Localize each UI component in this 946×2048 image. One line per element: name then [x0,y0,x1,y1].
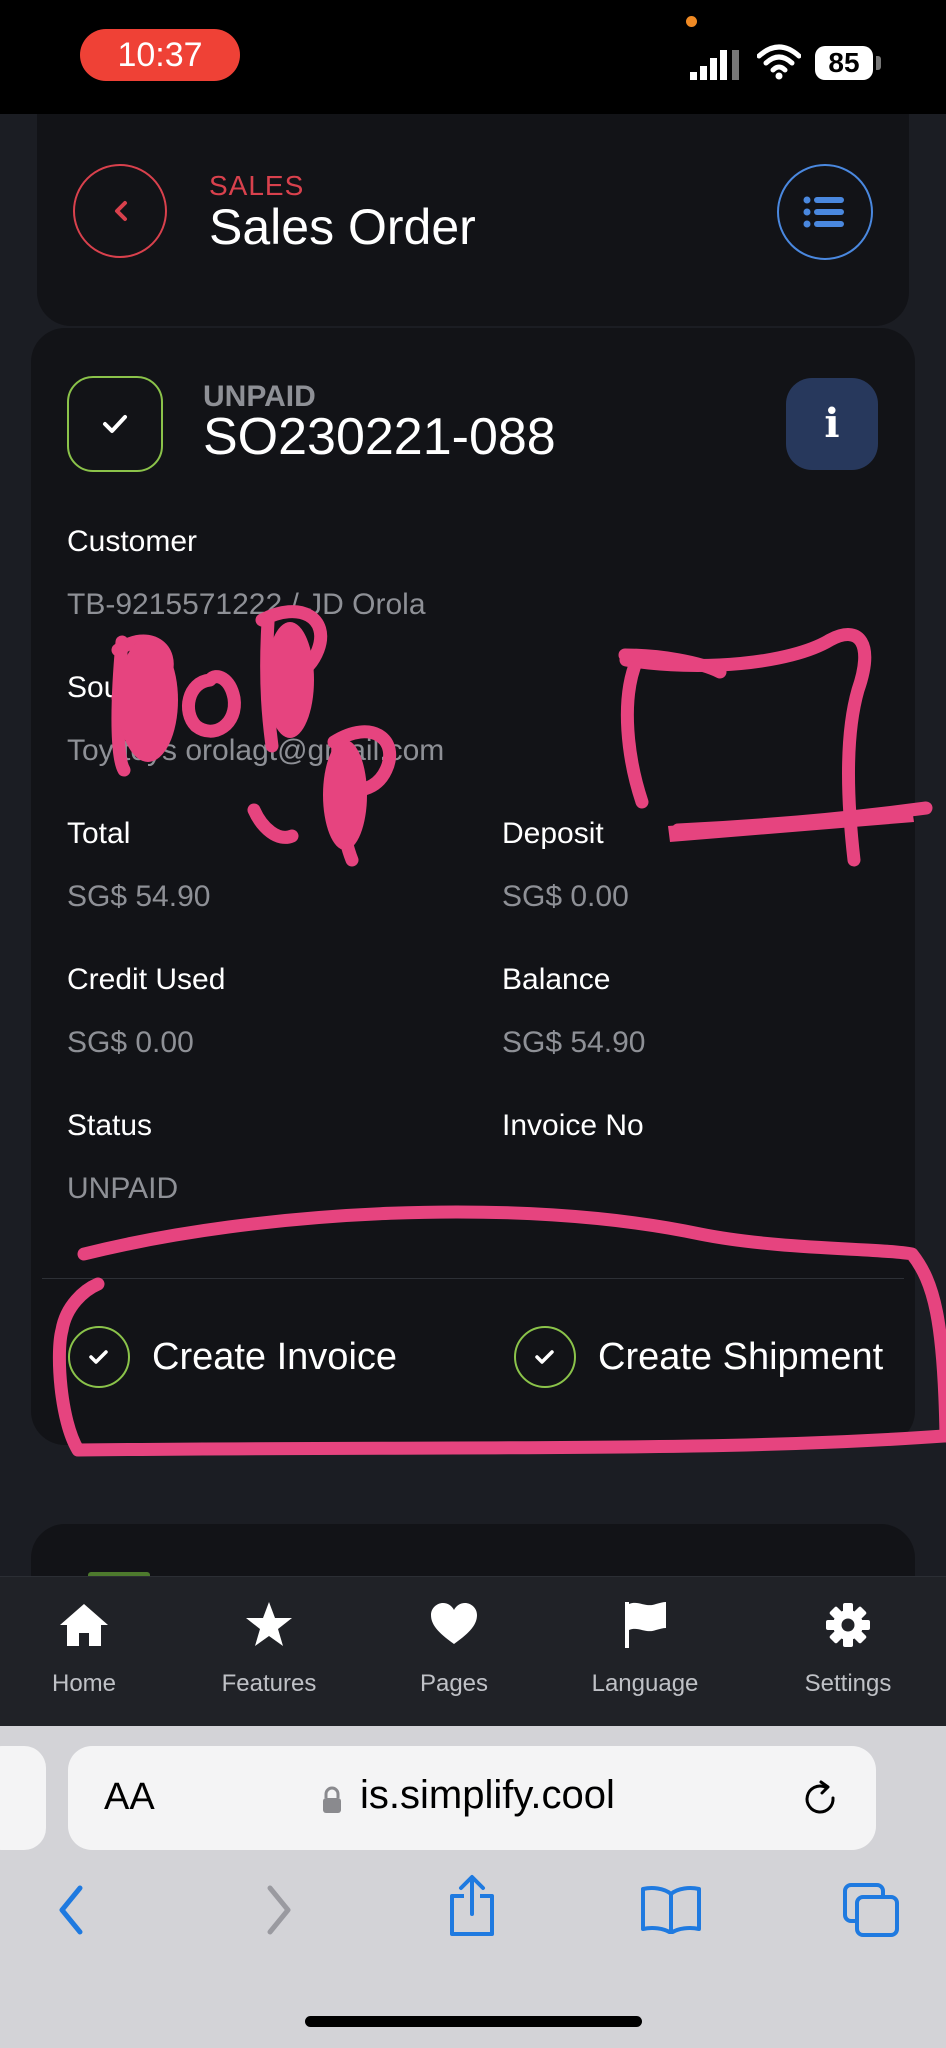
credit-used-value: SG$ 0.00 [67,1026,194,1059]
check-circle-icon [68,1326,130,1388]
tabs-icon[interactable] [842,1882,902,1938]
lock-icon [323,1786,341,1813]
nav-pages-label: Pages [419,1670,489,1697]
menu-button[interactable] [777,164,873,260]
home-indicator [305,2016,642,2027]
create-invoice-label: Create Invoice [152,1336,398,1378]
wifi-icon [757,44,801,80]
reload-icon[interactable] [800,1778,842,1820]
order-number: SO230221-088 [203,408,556,466]
url-text: is.simplify.cool [360,1773,615,1817]
check-circle-icon [514,1326,576,1388]
privacy-indicator-dot [686,16,697,27]
source-value: Toy toys orolagt@gmail.com [67,734,445,767]
gear-icon [826,1603,870,1647]
battery-indicator: 85 [815,46,873,80]
order-status-check [67,376,163,472]
balance-value: SG$ 54.90 [502,1026,646,1059]
page-title: Sales Order [209,199,476,255]
back-arrow-icon[interactable] [50,1880,94,1940]
nav-home-label: Home [51,1670,117,1697]
nav-language-label: Language [591,1670,699,1697]
cellular-signal-icon [690,50,739,80]
chevron-left-icon [115,201,127,221]
source-label: Source [67,671,163,704]
heart-icon [431,1603,477,1644]
clock: 10:37 [80,29,240,81]
nav-pages[interactable]: Pages [379,1600,529,1710]
nav-features[interactable]: Features [194,1600,344,1710]
create-shipment-label: Create Shipment [598,1336,884,1378]
status-label: Status [67,1109,153,1142]
bookmarks-icon[interactable] [640,1884,702,1934]
info-icon: i [824,400,840,447]
back-button[interactable] [73,164,167,258]
card-divider [42,1278,904,1279]
status-value: UNPAID [67,1172,179,1205]
home-icon [60,1604,108,1646]
balance-label: Balance [502,963,611,996]
next-order-card [31,1524,915,1584]
share-icon[interactable] [446,1874,498,1938]
previous-tab-edge[interactable] [0,1746,46,1850]
nav-settings[interactable]: Settings [773,1600,923,1710]
check-icon [103,415,127,433]
flag-icon [625,1602,666,1648]
customer-value: TB-9215571222 / JD Orola [67,588,426,621]
customer-label: Customer [67,525,198,558]
nav-language[interactable]: Language [570,1600,720,1710]
nav-home[interactable]: Home [9,1600,159,1710]
total-value: SG$ 54.90 [67,880,211,913]
total-label: Total [67,817,131,850]
forward-arrow-icon[interactable] [256,1880,300,1940]
deposit-label: Deposit [502,817,604,850]
reader-settings-button[interactable]: AA [104,1776,155,1819]
nav-features-label: Features [221,1670,317,1697]
credit-used-label: Credit Used [67,963,226,996]
list-icon [803,196,844,228]
star-icon [246,1602,292,1646]
battery-cap [876,56,881,70]
info-button[interactable]: i [786,378,878,470]
deposit-value: SG$ 0.00 [502,880,629,913]
invoice-no-label: Invoice No [502,1109,644,1142]
nav-settings-label: Settings [804,1670,892,1697]
